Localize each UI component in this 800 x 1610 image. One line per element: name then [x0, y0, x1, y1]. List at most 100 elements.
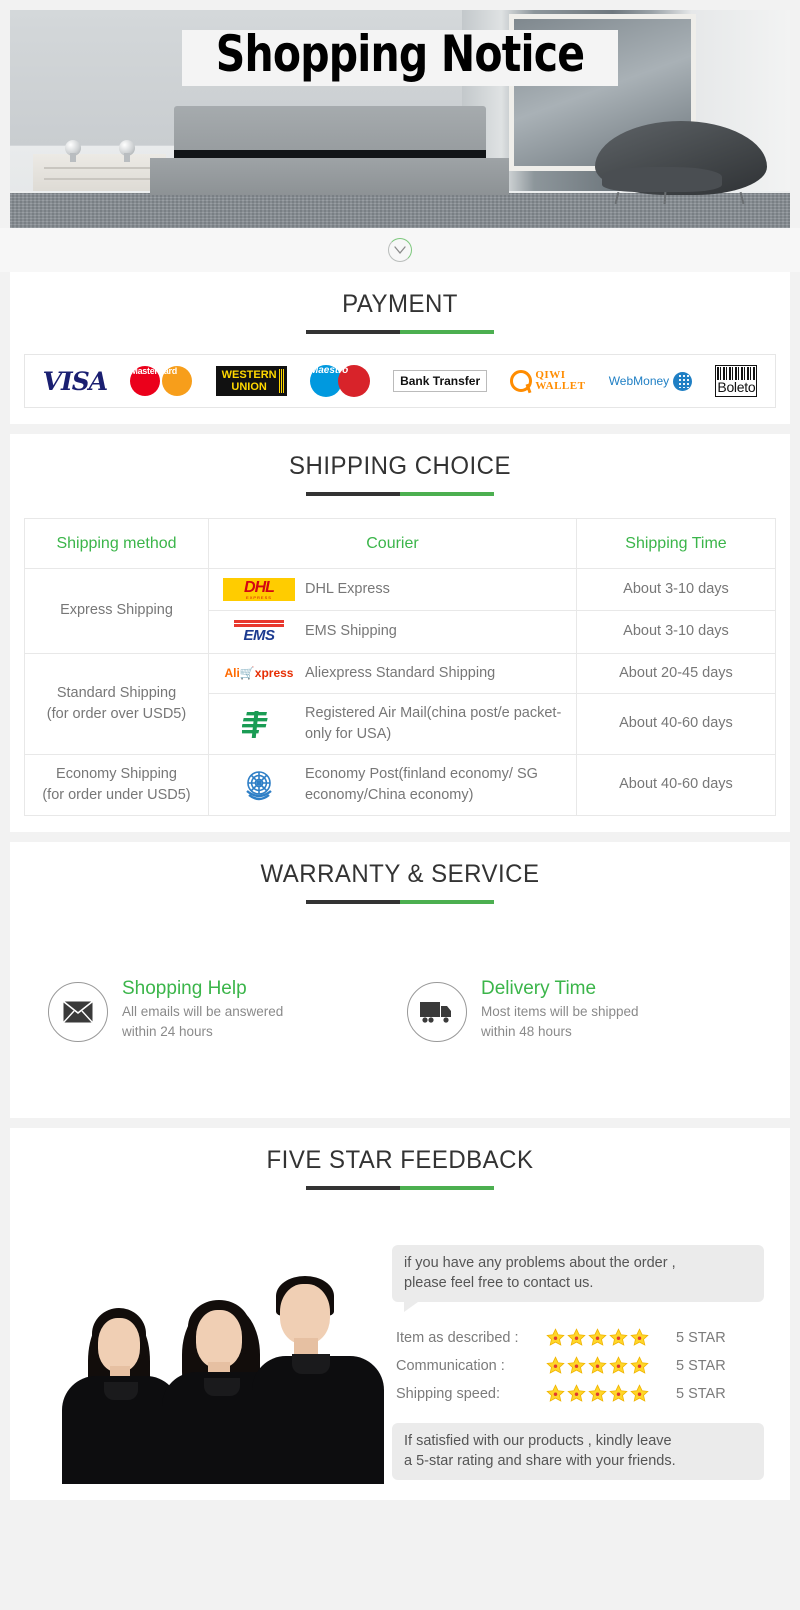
- star-icon: [546, 1356, 565, 1374]
- hero-title: Shopping Notice: [215, 25, 585, 84]
- rating-list: Item as described : 5 STAR Communication…: [396, 1328, 764, 1403]
- united-nations-icon: [246, 770, 272, 800]
- boleto-logo: Boleto: [715, 365, 758, 397]
- feedback-title-rule: [306, 1186, 494, 1191]
- shipping-section: SHIPPING CHOICE Shipping method Courier …: [10, 434, 790, 832]
- payment-method-visa[interactable]: VISA: [42, 366, 109, 396]
- shipping-title: SHIPPING CHOICE: [289, 452, 511, 480]
- courier-label: Registered Air Mail(china post/e packet-…: [304, 704, 562, 742]
- warranty-item-shopping-help: Shopping Help All emails will be answere…: [34, 978, 407, 1043]
- qiwi-q-icon: [510, 370, 533, 392]
- dhl-logo-text: DHL: [244, 579, 275, 597]
- dhl-logo-subtext: EXPRESS: [246, 595, 272, 601]
- cell-method-express: Express Shipping: [24, 568, 209, 654]
- team-photo: [24, 1234, 392, 1485]
- table-row: Standard Shipping (for order over USD5) …: [24, 652, 777, 755]
- feedback-body: if you have any problems about the order…: [24, 1234, 776, 1485]
- bed-headboard: [173, 105, 486, 154]
- western-union-logo: WESTERN UNION: [215, 366, 287, 396]
- method-note: (for order over USD5): [46, 705, 187, 722]
- th-courier: Courier: [207, 517, 577, 570]
- cell-courier-china-post: Registered Air Mail(china post/e packet-…: [207, 692, 577, 755]
- ems-logo-text: EMS: [243, 627, 275, 645]
- cell-courier-un: Economy Post(finland economy/ SG economy…: [207, 753, 577, 816]
- contact-bubble: if you have any problems about the order…: [392, 1245, 764, 1313]
- payment-method-maestro[interactable]: Maestro: [309, 365, 370, 397]
- truck-icon: [420, 1001, 451, 1023]
- courier-label: EMS Shipping: [304, 623, 397, 640]
- envelope-icon-circle: [48, 981, 108, 1042]
- un-logo: [223, 765, 295, 805]
- shopping-notice-page: Shopping Notice PAYMENT VISA MasterCard: [0, 10, 800, 1501]
- courier-label: Economy Post(finland economy/ SG economy…: [304, 765, 538, 803]
- mastercard-label: MasterCard: [130, 366, 177, 376]
- rating-value: 5 STAR: [676, 1357, 726, 1374]
- rating-label: Item as described :: [396, 1329, 519, 1346]
- payment-methods-box: VISA MasterCard WESTERN UNION Maestro Ba…: [24, 354, 776, 408]
- warranty-title-rule: [306, 899, 494, 904]
- shipping-title-rule: [306, 492, 494, 496]
- star-icon: [567, 1384, 586, 1402]
- star-icon: [609, 1328, 628, 1346]
- rating-value: 5 STAR: [676, 1329, 726, 1346]
- dhl-logo: DHL EXPRESS: [222, 578, 295, 602]
- rating-request-line2: a 5-star rating and share with your frie…: [404, 1452, 676, 1469]
- table-header-row: Shipping method Courier Shipping Time: [24, 517, 777, 570]
- bed-base: [150, 158, 510, 196]
- cell-time: About 3-10 days: [575, 610, 777, 654]
- payment-section: PAYMENT VISA MasterCard WESTERN UNION Ma…: [10, 272, 790, 424]
- warranty-items: Shopping Help All emails will be answere…: [24, 978, 776, 1103]
- star-icon: [588, 1384, 607, 1402]
- ems-logo: EMS: [223, 620, 295, 644]
- rating-row-shipping-speed: Shipping speed: 5 STAR: [396, 1384, 764, 1403]
- payment-method-boleto[interactable]: Boleto: [715, 365, 758, 397]
- courier-label: Aliexpress Standard Shipping: [304, 664, 496, 681]
- person-right: [252, 1274, 392, 1485]
- feedback-title: FIVE STAR FEEDBACK: [266, 1146, 534, 1175]
- method-note: (for order under USD5): [42, 786, 191, 803]
- rating-value: 5 STAR: [676, 1385, 726, 1402]
- cell-time: About 20-45 days: [575, 652, 777, 694]
- th-shipping-method: Shipping method: [24, 517, 209, 570]
- visa-logo: VISA: [42, 366, 109, 396]
- ali-cart-icon: 🛒: [239, 665, 255, 680]
- method-label: Express Shipping: [60, 602, 173, 619]
- payment-title-rule: [306, 330, 494, 334]
- star-icon: [588, 1356, 607, 1374]
- envelope-icon: [63, 1000, 93, 1023]
- cell-courier-ems: EMS EMS Shipping: [207, 610, 577, 654]
- warranty-heading: Shopping Help: [122, 977, 247, 999]
- rating-label: Shipping speed:: [396, 1385, 500, 1402]
- star-icon: [630, 1356, 649, 1374]
- china-post-logo: [223, 707, 295, 741]
- qiwi-line2: WALLET: [535, 380, 586, 392]
- th-shipping-time: Shipping Time: [575, 517, 777, 570]
- cell-courier-aliexpress: Ali🛒xpress Aliexpress Standard Shipping: [207, 652, 577, 694]
- payment-method-webmoney[interactable]: WebMoney: [609, 371, 693, 391]
- cell-time: About 40-60 days: [575, 753, 777, 816]
- aliexpress-logo: Ali🛒xpress: [223, 665, 295, 682]
- cell-time: About 40-60 days: [575, 692, 777, 755]
- scroll-hint-row: [0, 228, 800, 272]
- payment-method-qiwi[interactable]: QIWI WALLET: [510, 370, 585, 392]
- star-icon: [630, 1328, 649, 1346]
- payment-method-mastercard[interactable]: MasterCard: [130, 366, 193, 396]
- payment-method-western-union[interactable]: WESTERN UNION: [215, 366, 287, 396]
- western-union-line1: WESTERN: [221, 369, 277, 381]
- ali-logo-text: Ali: [224, 665, 240, 680]
- qiwi-wallet-logo: QIWI WALLET: [510, 370, 585, 392]
- star-icon: [609, 1384, 628, 1402]
- china-post-icon: [241, 710, 268, 738]
- mastercard-logo: MasterCard: [130, 366, 193, 396]
- contact-bubble-line1: if you have any problems about the order…: [404, 1255, 676, 1272]
- western-union-line2: UNION: [231, 381, 267, 393]
- warranty-title: WARRANTY & SERVICE: [260, 859, 540, 888]
- ali-logo-suffix: xpress: [254, 665, 294, 680]
- warranty-line1: Most items will be shipped: [481, 1003, 639, 1019]
- cell-time: About 3-10 days: [575, 568, 777, 612]
- payment-method-bank-transfer[interactable]: Bank Transfer: [393, 370, 488, 392]
- scroll-down-button[interactable]: [388, 238, 412, 262]
- lamp-left: [64, 140, 81, 163]
- method-label: Economy Shipping: [56, 765, 177, 782]
- maestro-logo: Maestro: [309, 365, 370, 397]
